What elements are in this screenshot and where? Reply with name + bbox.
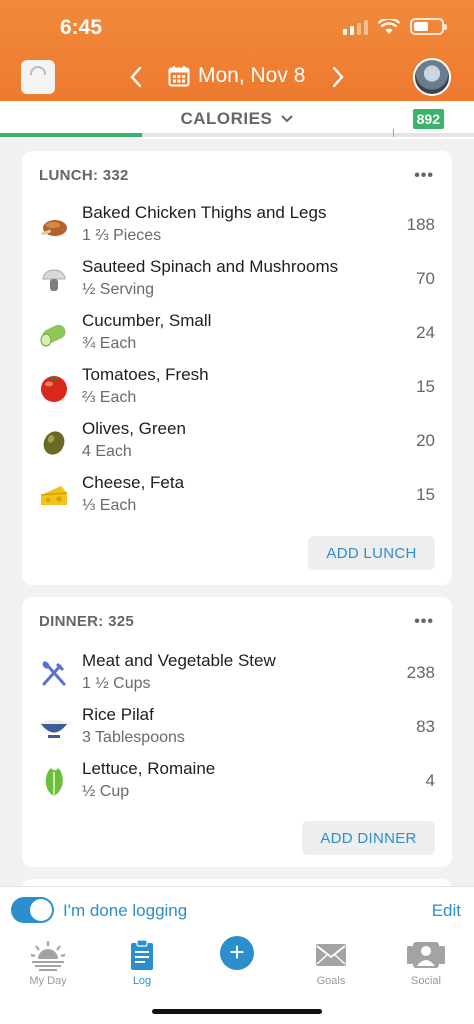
food-name: Rice Pilaf (82, 705, 154, 724)
food-serving: ⅔ Each (82, 389, 137, 406)
list-item[interactable]: Tomatoes, Fresh ⅔ Each 15 (22, 361, 452, 415)
food-calories: 15 (416, 485, 435, 504)
chevron-down-icon (280, 115, 293, 123)
list-item[interactable]: Meat and Vegetable Stew 1 ½ Cups 238 (22, 647, 452, 701)
food-serving: 4 Each (82, 443, 132, 460)
food-serving: 3 Tablespoons (82, 729, 185, 746)
calories-dropdown[interactable]: CALORIES (0, 109, 474, 129)
list-item[interactable]: Rice Pilaf 3 Tablespoons 83 (22, 701, 452, 755)
date-selector[interactable]: Mon, Nov 8 (168, 64, 305, 88)
cucumber-icon (39, 319, 69, 349)
list-item[interactable]: Olives, Green 4 Each 20 (22, 415, 452, 469)
food-serving: ¾ Each (82, 335, 137, 352)
chevron-right-icon (332, 66, 344, 88)
battery-icon (410, 18, 447, 35)
done-logging-label: I'm done logging (63, 901, 188, 920)
people-icon (396, 938, 456, 972)
calorie-progress-bar (0, 129, 474, 137)
list-item[interactable]: Sauteed Spinach and Mushrooms ½ Serving … (22, 253, 452, 307)
dinner-title: DINNER: 325 (39, 613, 134, 630)
previous-day-button[interactable] (122, 62, 150, 92)
food-calories: 83 (416, 717, 435, 736)
lunch-card: LUNCH: 332 ••• Baked Chicken Thighs and … (22, 151, 452, 585)
list-item[interactable]: Baked Chicken Thighs and Legs 1 ⅔ Pieces… (22, 199, 452, 253)
food-name: Cheese, Feta (82, 473, 185, 492)
tab-label: My Day (29, 975, 67, 987)
food-calories: 4 (425, 771, 435, 790)
food-serving: 1 ½ Cups (82, 675, 151, 692)
chevron-left-icon (130, 66, 142, 88)
food-calories: 238 (406, 663, 435, 682)
food-name: Olives, Green (82, 419, 186, 438)
dinner-more-button[interactable]: ••• (414, 613, 434, 631)
lettuce-icon (39, 767, 69, 797)
lunch-more-button[interactable]: ••• (414, 167, 434, 185)
app-header: 6:45 Mon, Nov 8 (0, 0, 474, 101)
cheese-icon (39, 481, 69, 511)
chicken-icon (39, 211, 69, 241)
scale-button[interactable] (21, 60, 55, 94)
done-logging-bar: I'm done logging Edit (0, 886, 474, 934)
tab-log[interactable]: Log (112, 938, 172, 987)
wifi-icon (378, 18, 400, 34)
calories-remaining-badge: 892 (412, 109, 444, 129)
food-name: Baked Chicken Thighs and Legs (82, 203, 327, 222)
food-serving: ½ Serving (82, 281, 155, 298)
food-name: Tomatoes, Fresh (82, 365, 209, 384)
edit-button[interactable]: Edit (432, 901, 461, 921)
rice-bowl-icon (39, 713, 69, 743)
tomato-icon (39, 373, 69, 403)
cellular-signal-icon (343, 19, 368, 35)
envelope-icon (301, 938, 361, 972)
tab-social[interactable]: Social (396, 938, 456, 987)
utensils-icon (39, 659, 69, 689)
done-logging-toggle[interactable] (11, 897, 54, 923)
calorie-progress-fill (0, 133, 143, 137)
olive-icon (39, 427, 69, 457)
scale-icon (30, 65, 46, 75)
lunch-title: LUNCH: 332 (39, 167, 129, 184)
tab-label: Log (132, 975, 152, 987)
food-name: Cucumber, Small (82, 311, 212, 330)
tab-my-day[interactable]: My Day (18, 938, 78, 987)
calendar-icon (168, 66, 190, 87)
tab-label: Social (411, 975, 441, 987)
avatar[interactable] (413, 58, 451, 96)
plus-icon: + (229, 937, 245, 967)
clipboard-icon (112, 938, 172, 972)
food-serving: 1 ⅔ Pieces (82, 227, 162, 244)
current-date: Mon, Nov 8 (198, 64, 306, 87)
food-name: Lettuce, Romaine (82, 759, 216, 778)
dinner-card: DINNER: 325 ••• Meat and Vegetable Stew … (22, 597, 452, 867)
list-item[interactable]: Cucumber, Small ¾ Each 24 (22, 307, 452, 361)
list-item[interactable]: Lettuce, Romaine ½ Cup 4 (22, 755, 452, 809)
status-icons (343, 18, 447, 35)
calorie-goal-marker (393, 129, 394, 137)
food-calories: 20 (416, 431, 435, 450)
add-dinner-button[interactable]: ADD DINNER (302, 821, 435, 855)
next-day-button[interactable] (324, 62, 352, 92)
mushroom-icon (39, 265, 69, 295)
sunrise-icon (18, 938, 78, 972)
status-time: 6:45 (60, 16, 103, 39)
food-calories: 15 (416, 377, 435, 396)
food-calories: 70 (416, 269, 435, 288)
food-serving: ½ Cup (82, 783, 130, 800)
calories-label: CALORIES (180, 109, 273, 128)
tab-goals[interactable]: Goals (301, 938, 361, 987)
add-lunch-button[interactable]: ADD LUNCH (308, 536, 435, 570)
list-item[interactable]: Cheese, Feta ⅓ Each 15 (22, 469, 452, 523)
tab-label: Goals (316, 975, 346, 987)
add-entry-button[interactable]: + (220, 936, 254, 970)
food-serving: ⅓ Each (82, 497, 137, 514)
food-name: Meat and Vegetable Stew (82, 651, 276, 670)
food-calories: 188 (406, 215, 435, 234)
food-name: Sauteed Spinach and Mushrooms (82, 257, 339, 276)
food-calories: 24 (416, 323, 435, 342)
home-indicator (152, 1009, 322, 1014)
